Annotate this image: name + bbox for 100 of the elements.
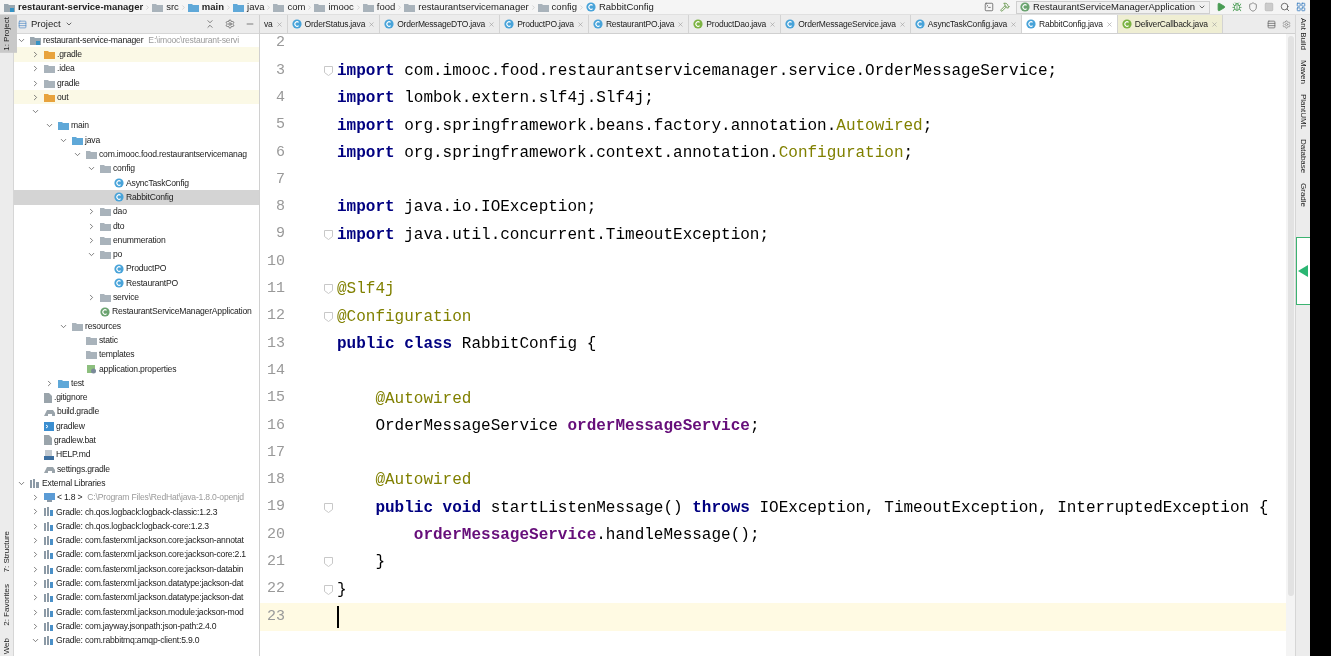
line-number: 6 <box>275 142 285 163</box>
line-number: 7 <box>275 169 285 190</box>
editor-tab[interactable]: RabbitConfig.java <box>1022 15 1118 33</box>
line-number: 12 <box>266 306 285 327</box>
tree-item[interactable]: service <box>14 290 259 305</box>
breadcrumb-item[interactable]: com <box>273 0 306 15</box>
code-line: @Slf4j <box>337 279 395 301</box>
tree-item[interactable]: Gradle: com.fasterxml.jackson.datatype:jackson-dat <box>14 576 259 591</box>
breadcrumb-item[interactable]: imooc <box>314 0 354 15</box>
line-number: 22 <box>266 579 285 600</box>
tree-item[interactable]: AsyncTaskConfig <box>14 175 259 191</box>
tree-item[interactable]: Gradle: com.fasterxml.jackson.datatype:jackson-dat <box>14 590 259 605</box>
line-number: 4 <box>275 88 285 108</box>
tree-item[interactable]: Gradle: ch.qos.logback:logback-core:1.2.3 <box>14 519 259 534</box>
breadcrumb-item[interactable]: main <box>187 0 224 15</box>
tree-item[interactable]: restaurant-service-manager E:\imooc\restaurant-servi <box>14 33 259 48</box>
code-line: } <box>337 579 347 601</box>
path-hint: C:\Program Files\RedHat\java-1.8.0-openjd <box>87 491 244 505</box>
tree-item[interactable]: Gradle: com.fasterxml.jackson.core:jackson-annotat <box>14 533 259 548</box>
tree-item[interactable]: test <box>14 376 259 391</box>
tree-item[interactable]: gradle <box>14 75 259 91</box>
tree-item[interactable]: java <box>14 133 259 148</box>
tree-item[interactable]: .idea <box>14 61 259 76</box>
tree-item[interactable]: dao <box>14 204 259 219</box>
tree-item[interactable]: < 1.8 > C:\Program Files\RedHat\java-1.8.0-openjd <box>14 490 259 505</box>
tree-item[interactable]: dto <box>14 218 259 234</box>
tree-item[interactable]: static <box>14 333 259 348</box>
editor-tab[interactable]: OrderMessageDTO.java <box>380 15 501 33</box>
editor-tab[interactable]: ProductDao.java <box>689 15 782 33</box>
tree-item[interactable]: build.gradle <box>14 404 259 419</box>
tree-item[interactable]: gradlew.bat <box>14 433 259 448</box>
tool-window-tab[interactable]: Ant Build <box>1297 18 1309 51</box>
editor-tab[interactable]: OrderMessageService.java <box>781 15 911 33</box>
breadcrumb-item[interactable]: restaurantservicemanager <box>404 0 529 15</box>
code-line: import org.springframework.beans.factory.annotation.Autowired; <box>337 115 933 137</box>
run-configuration-dropdown[interactable]: RestaurantServiceManagerApplication <box>1015 0 1210 14</box>
tree-item[interactable]: out <box>14 90 259 105</box>
tree-item[interactable]: Gradle: com.rabbitmq:amqp-client:5.9.0 <box>14 633 259 648</box>
tool-window-tab[interactable]: Web <box>0 635 17 656</box>
tree-item[interactable]: .gradle <box>14 47 259 62</box>
breadcrumb-item[interactable]: java <box>233 0 265 15</box>
tree-item[interactable]: com.imooc.food.restaurantservicemanag <box>14 147 259 162</box>
tool-window-tab[interactable]: Maven <box>1297 60 1309 85</box>
line-number: 16 <box>266 415 285 436</box>
tree-item[interactable]: External Libraries <box>14 476 259 491</box>
tree-item[interactable]: RestaurantPO <box>14 276 259 291</box>
project-view-dropdown[interactable]: Project <box>18 16 73 32</box>
breadcrumb-item[interactable]: food <box>362 0 396 15</box>
line-number: 9 <box>275 224 285 245</box>
tree-item[interactable]: gradlew <box>14 419 259 434</box>
code-line: import java.io.IOException; <box>337 197 597 219</box>
breadcrumb-item[interactable]: config <box>537 0 577 15</box>
editor-tab[interactable]: ProductPO.java <box>500 15 589 33</box>
tool-window-tab[interactable]: 2: Favorites <box>0 581 17 628</box>
tree-item[interactable]: settings.gradle <box>14 461 259 477</box>
breadcrumb-item[interactable]: restaurant-service-manager <box>4 0 144 15</box>
line-number: 23 <box>266 606 285 627</box>
code-line: import java.util.concurrent.TimeoutException; <box>337 224 770 246</box>
tree-item[interactable]: RabbitConfig <box>14 190 259 205</box>
tree-item[interactable]: Gradle: com.fasterxml.jackson.core:jackson-databin <box>14 562 259 577</box>
tool-window-tab[interactable]: PlantUML <box>1297 94 1309 130</box>
tree-item[interactable]: application.properties <box>14 361 259 377</box>
code-line: import lombok.extern.slf4j.Slf4j; <box>337 88 654 110</box>
code-line: @Autowired <box>374 470 472 492</box>
tool-window-tab[interactable]: Database <box>1297 139 1309 174</box>
editor-tab[interactable]: DeliverCallback.java <box>1117 15 1223 33</box>
editor-tab[interactable]: va <box>260 15 288 33</box>
tree-item[interactable]: po <box>14 247 259 262</box>
tree-item[interactable]: .gitignore <box>14 390 259 405</box>
tree-item[interactable]: Gradle: com.jayway.jsonpath:json-path:2.4.0 <box>14 619 259 634</box>
tree-item[interactable]: resources <box>14 318 259 334</box>
tree-item[interactable]: Gradle: com.fasterxml.jackson.core:jackson-core:2.1 <box>14 547 259 562</box>
tree-item[interactable]: enummeration <box>14 233 259 248</box>
tree-item[interactable]: main <box>14 118 259 134</box>
code-line: public void startListenMessage() throws IOException, TimeoutException, InterruptedException { <box>374 497 1269 519</box>
tree-item[interactable]: Gradle: ch.qos.logback:logback-classic:1.2.3 <box>14 504 259 520</box>
tree-item[interactable]: ProductPO <box>14 261 259 277</box>
line-number: 8 <box>275 197 285 218</box>
path-hint: E:\imooc\restaurant-servi <box>148 33 239 47</box>
editor-tab[interactable]: RestaurantPO.java <box>588 15 690 33</box>
tool-window-tab[interactable]: 7: Structure <box>0 528 17 574</box>
line-number: 20 <box>266 524 285 545</box>
line-number: 3 <box>275 60 285 81</box>
tool-window-tab[interactable]: Gradle <box>1297 183 1309 208</box>
tree-item[interactable]: RestaurantServiceManagerApplication <box>14 304 259 319</box>
tree-item[interactable]: Gradle: com.fasterxml.jackson.module:jackson-mod <box>14 604 259 620</box>
editor-tab[interactable]: OrderStatus.java <box>287 15 381 33</box>
tree-item[interactable]: config <box>14 161 259 176</box>
line-number: 17 <box>266 442 285 463</box>
code-line: public class RabbitConfig { <box>337 333 597 355</box>
breadcrumb-item[interactable]: RabbitConfig <box>585 0 654 15</box>
line-number: 15 <box>266 388 285 409</box>
code-line: OrderMessageService orderMessageService; <box>374 415 760 437</box>
line-number: 21 <box>266 552 285 573</box>
line-number: 5 <box>275 115 285 136</box>
breadcrumb-item[interactable]: src <box>152 0 179 15</box>
tree-item[interactable]: HELP.md <box>14 447 259 462</box>
line-number: 14 <box>266 360 285 381</box>
tool-window-tab[interactable]: 1: Project <box>0 15 17 53</box>
tree-item[interactable]: templates <box>14 347 259 362</box>
